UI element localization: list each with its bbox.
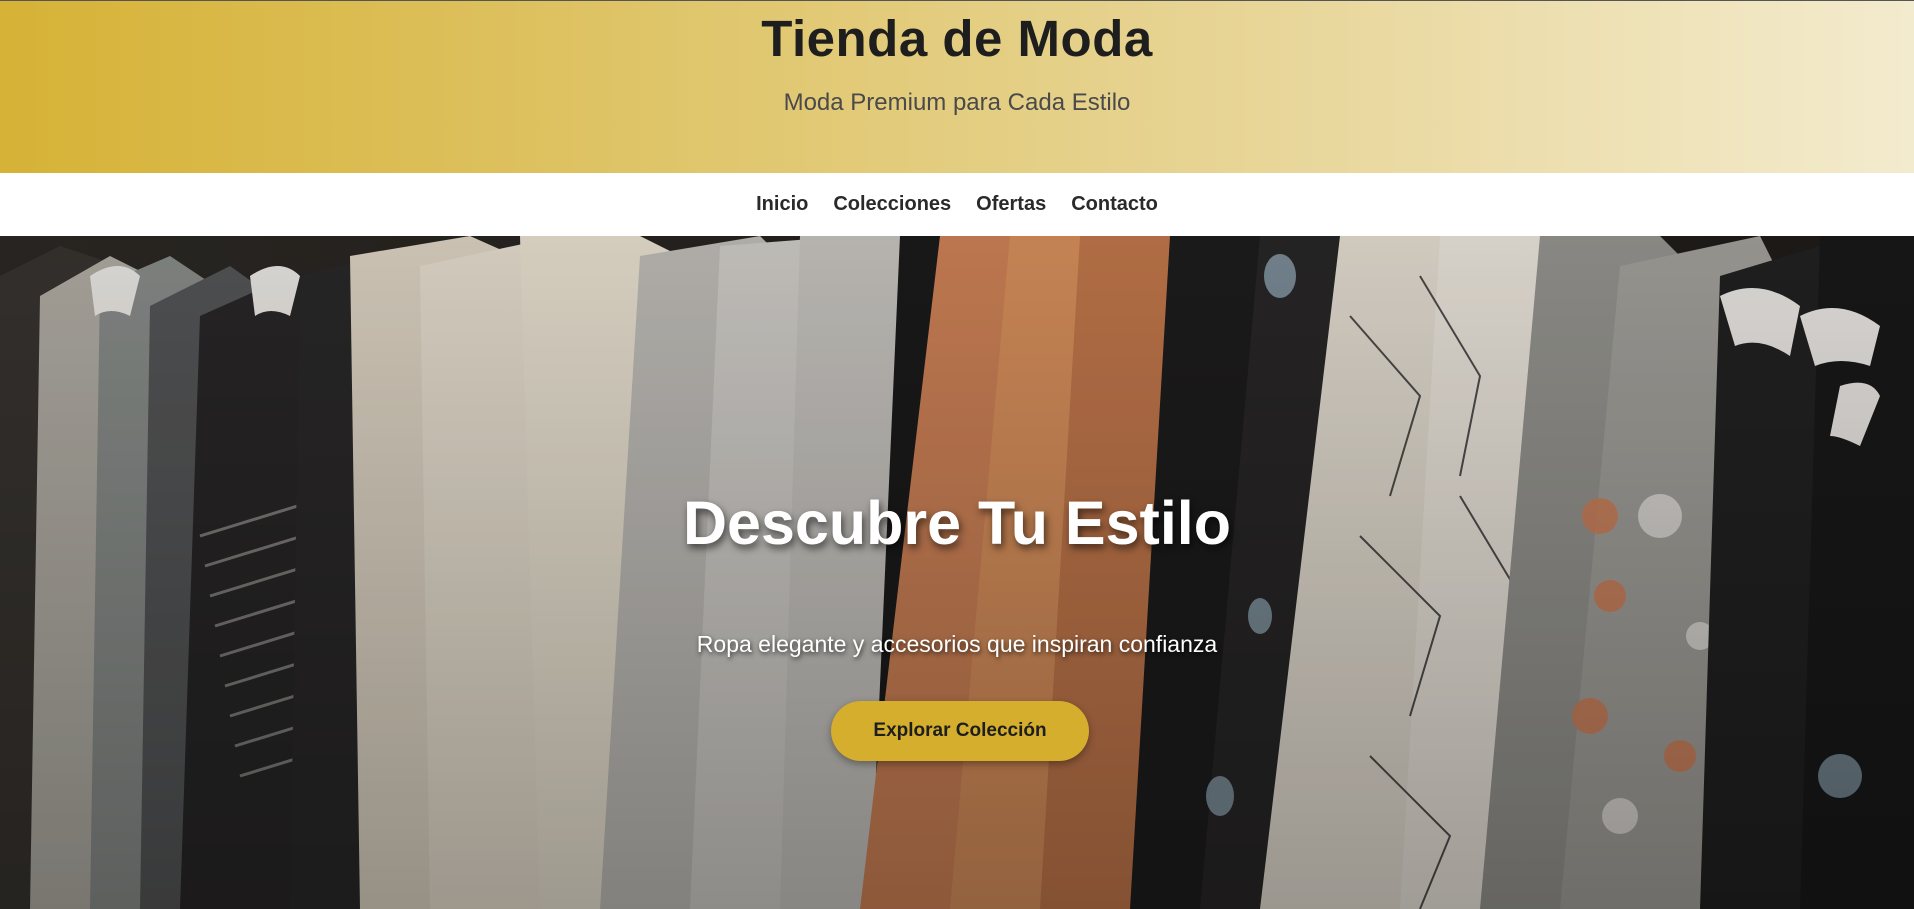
hero-title: Descubre Tu Estilo (683, 489, 1231, 557)
nav-item-contacto[interactable]: Contacto (1071, 193, 1158, 216)
nav-item-inicio[interactable]: Inicio (756, 193, 808, 216)
site-header: Tienda de Moda Moda Premium para Cada Es… (0, 0, 1914, 173)
nav-item-ofertas[interactable]: Ofertas (976, 193, 1046, 216)
nav-item-colecciones[interactable]: Colecciones (833, 193, 951, 216)
hero-tagline: Ropa elegante y accesorios que inspiran … (696, 631, 1218, 657)
site-title: Tienda de Moda (761, 10, 1153, 67)
explore-collection-button[interactable]: Explorar Colección (831, 701, 1089, 761)
main-nav: Inicio Colecciones Ofertas Contacto (0, 173, 1914, 236)
hero-section: Descubre Tu Estilo Ropa elegante y acces… (0, 236, 1914, 909)
hero-overlay (0, 236, 1914, 909)
site-subtitle: Moda Premium para Cada Estilo (783, 89, 1131, 116)
